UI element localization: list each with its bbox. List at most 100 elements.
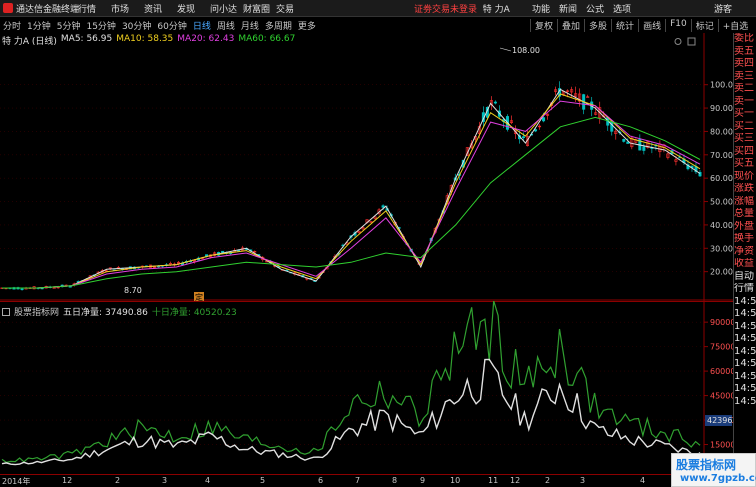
- quote-panel-item-14: 总量: [734, 208, 754, 219]
- period-tab-9[interactable]: 多周期: [262, 19, 295, 32]
- high-price-pointer: [499, 47, 512, 52]
- period-tab-1[interactable]: 1分钟: [24, 19, 54, 32]
- indicator-label: 五日净量: 37490.86: [63, 308, 148, 318]
- price-axis-label: 40.00: [710, 221, 733, 230]
- tool-button-0[interactable]: 复权: [530, 18, 557, 32]
- app-logo-icon: [3, 2, 13, 13]
- menu-item-wenxiaoda[interactable]: 问小达: [210, 2, 238, 15]
- menu-item-caifuquan[interactable]: 财富圈: [243, 2, 271, 15]
- tool-button-2[interactable]: 多股: [584, 18, 611, 32]
- event-marker-label: 定: [195, 292, 203, 301]
- ma-line-2: [2, 100, 701, 289]
- period-tab-4[interactable]: 30分钟: [119, 19, 154, 32]
- time-axis-label-13: 2: [545, 476, 551, 485]
- chart-settings-icon: [674, 38, 682, 45]
- candle-body: [622, 139, 626, 142]
- quote-panel-item-26: 14:5: [734, 358, 756, 369]
- quote-panel-item-16: 换手: [734, 233, 754, 244]
- indicator-axis-label: 75000: [710, 343, 733, 352]
- period-tab-5[interactable]: 60分钟: [154, 19, 189, 32]
- quote-panel-item-10: 买五: [734, 158, 754, 169]
- menu-item-shichang[interactable]: 市场: [111, 2, 139, 15]
- watermark-logo: 股票指标网 www.7gpzb.com: [671, 453, 756, 487]
- period-toolbar: 分时 1分钟 5分钟 15分钟 30分钟 60分钟 日线 周线 月线 多周期 更多 复权 叠加 多股 统计画…: [0, 18, 756, 32]
- price-chart[interactable]: 100.0 90.00 80.00 70.00 60.00 50.00 40.00 30.00…: [0, 33, 733, 301]
- tool-button-4[interactable]: 画线: [638, 18, 665, 32]
- quote-panel-item-20: 行情: [734, 283, 754, 294]
- time-axis-label-11: 11: [488, 476, 499, 485]
- top-right-menu: 功能 新闻 公式 选项: [532, 2, 640, 15]
- menu-item-gongneng[interactable]: 功能: [532, 2, 550, 15]
- ma-line-3: [2, 116, 701, 289]
- quote-panel-item-12: 涨跌: [734, 183, 754, 194]
- indicator-y-axis: 900007500060000450003000015000: [704, 318, 733, 450]
- quote-panel-item-15: 外盘: [734, 220, 754, 232]
- indicator-legend: 股票指标网 五日净量: 37490.86 十日净量: 40520.23: [2, 305, 237, 318]
- period-tab-7[interactable]: 周线: [214, 19, 238, 32]
- time-axis-label-14: 3: [580, 476, 586, 485]
- menu-item-xuanxiang[interactable]: 选项: [613, 2, 631, 15]
- period-tab-2[interactable]: 5分钟: [54, 19, 84, 32]
- candle-body: [642, 146, 646, 151]
- price-axis-label: 90.00: [710, 104, 733, 113]
- price-axis-label: 50.00: [710, 198, 733, 207]
- guest-user[interactable]: 游客: [714, 2, 732, 15]
- watermark-name: 股票指标网: [676, 458, 737, 472]
- period-tab-8[interactable]: 月线: [238, 19, 262, 32]
- period-tab-6[interactable]: 日线: [190, 19, 214, 32]
- indicator-chart[interactable]: 900007500060000450003000015000 42396: [0, 301, 733, 474]
- period-tab-10[interactable]: 更多: [295, 19, 319, 32]
- low-price-label: 8.70: [124, 286, 142, 295]
- ma-line-1: [2, 93, 701, 289]
- quote-panel-item-27: 14:5: [734, 370, 756, 382]
- quote-panel-item-21: 14:5: [734, 295, 756, 307]
- quote-panel-item-17: 净资: [734, 245, 754, 257]
- price-axis-label: 80.00: [710, 127, 733, 136]
- period-tab-3[interactable]: 15分钟: [83, 19, 118, 32]
- quote-panel-item-18: 收益: [734, 258, 754, 269]
- tool-button-6[interactable]: 标记: [690, 18, 718, 32]
- price-axis-label: 100.0: [710, 81, 733, 90]
- time-axis-label-6: 6: [318, 476, 324, 485]
- indicator-lines: [1, 301, 701, 466]
- quote-panel-item-3: 卖三: [734, 70, 754, 82]
- chart-toggle-icon: [687, 37, 696, 46]
- login-notice[interactable]: 证劵交易未登录 特 力A: [414, 2, 510, 15]
- quote-panel-item-4: 卖二: [734, 83, 754, 94]
- quote-panel-item-1: 卖五: [734, 45, 754, 57]
- menu-item-hangqing[interactable]: 行情: [78, 2, 106, 15]
- candle-body: [20, 288, 24, 291]
- tool-button-1[interactable]: 叠加: [557, 18, 584, 32]
- menu-item-zixun[interactable]: 资讯: [144, 2, 172, 15]
- indicator-source[interactable]: 股票指标网: [14, 305, 59, 318]
- time-axis-label-2: 2: [115, 476, 121, 485]
- time-axis-label-3: 3: [162, 476, 168, 485]
- indicator-line-0: [1, 358, 701, 466]
- time-axis-label-5: 5: [260, 476, 266, 485]
- menu-item-faxian[interactable]: 发现: [177, 2, 205, 15]
- quote-panel-item-6: 买一: [734, 108, 754, 119]
- period-tab-0[interactable]: 分时: [0, 19, 24, 32]
- time-axis-label-8: 8: [392, 476, 398, 485]
- quote-panel-item-23: 14:5: [734, 320, 756, 332]
- indicator-axis-label: 45000: [710, 392, 733, 401]
- indicator-settings-icon[interactable]: [2, 307, 10, 316]
- candle-body: [542, 117, 546, 122]
- tool-button-7[interactable]: +自选: [717, 18, 753, 32]
- menu-item-gongshi[interactable]: 公式: [586, 2, 604, 15]
- time-axis-label-12: 12: [510, 476, 521, 485]
- candle-body: [521, 136, 525, 139]
- quote-panel-item-22: 14:5: [734, 308, 756, 319]
- time-axis-label-4: 4: [205, 476, 211, 485]
- time-axis-label-9: 9: [420, 476, 426, 485]
- quote-panel-item-28: 14:5: [734, 383, 756, 394]
- tool-button-5[interactable]: F10: [665, 18, 691, 32]
- app-title: 通达信金融终端: [0, 2, 79, 15]
- menu-item-jiaoyi[interactable]: 交易: [276, 2, 304, 15]
- quote-panel-item-11: 现价: [734, 170, 754, 182]
- candle-body: [493, 101, 497, 104]
- candle-body: [52, 287, 56, 289]
- menu-item-xinwen[interactable]: 新闻: [559, 2, 577, 15]
- time-axis: 2014年 12 2 3 4 5 6 7 8 9 10 11 12 2 3 4: [0, 474, 733, 487]
- tool-button-3[interactable]: 统计: [611, 18, 638, 32]
